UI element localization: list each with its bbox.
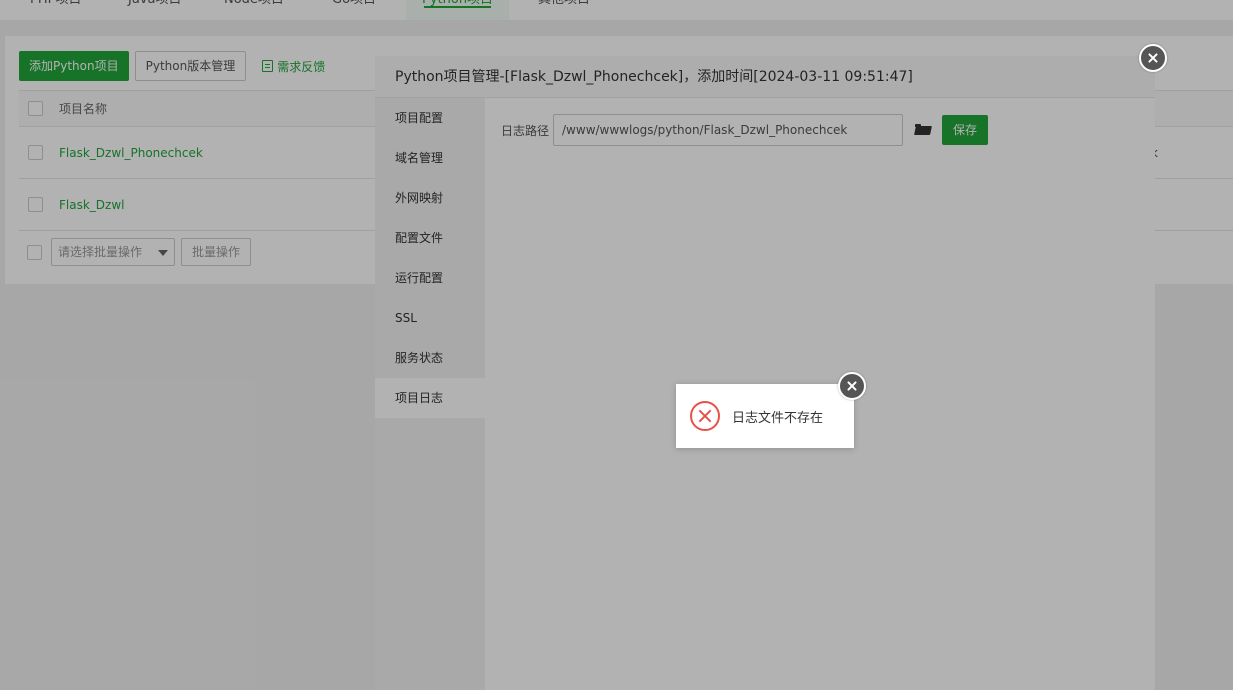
toast-message: 日志文件不存在: [732, 410, 824, 426]
modal-overlay: [375, 56, 1155, 690]
error-toast: 日志文件不存在: [676, 384, 854, 448]
toast-close-icon[interactable]: [838, 372, 866, 400]
error-x-icon: [690, 401, 720, 431]
modal-close-icon[interactable]: [1139, 44, 1167, 72]
